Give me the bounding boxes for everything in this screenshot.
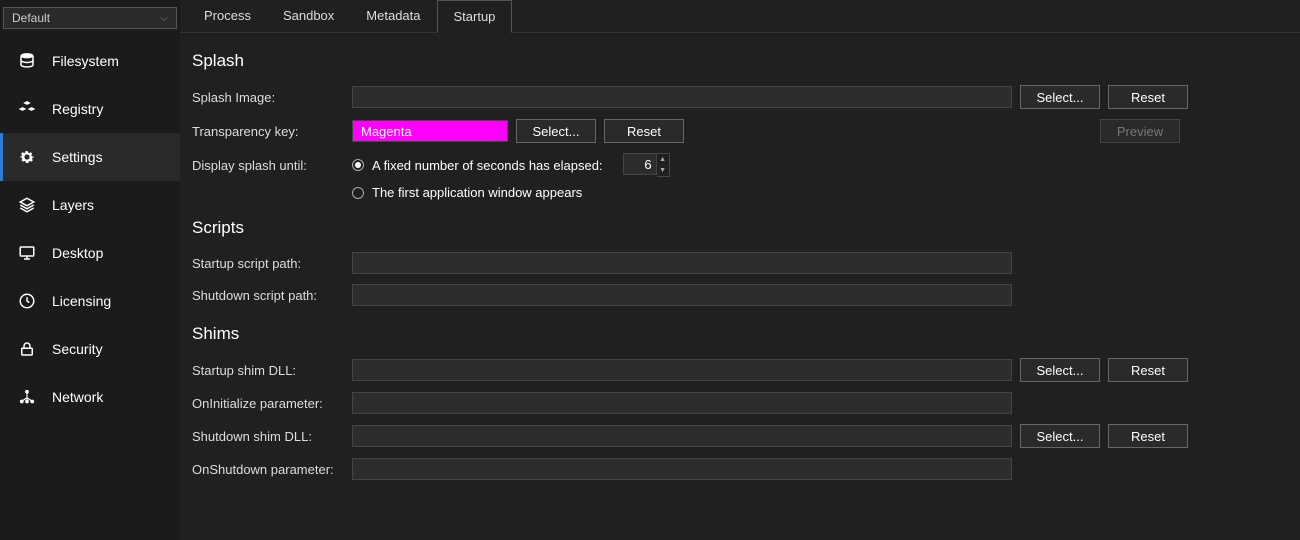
shutdown-script-label: Shutdown script path: xyxy=(192,288,352,303)
shutdown-shim-select-button[interactable]: Select... xyxy=(1020,424,1100,448)
nav-label: Desktop xyxy=(52,245,103,261)
main-panel: Process Sandbox Metadata Startup Splash … xyxy=(180,0,1300,540)
tab-bar: Process Sandbox Metadata Startup xyxy=(180,0,1300,33)
shutdown-shim-label: Shutdown shim DLL: xyxy=(192,429,352,444)
startup-shim-label: Startup shim DLL: xyxy=(192,363,352,378)
gear-icon xyxy=(18,148,36,166)
nav-label: Security xyxy=(52,341,103,357)
oninit-label: OnInitialize parameter: xyxy=(192,396,352,411)
radio-first-window-label: The first application window appears xyxy=(372,185,582,200)
sidebar: Default ⌵ Filesystem Registry Settings L… xyxy=(0,0,180,540)
shutdown-script-input[interactable] xyxy=(352,284,1012,306)
onshutdown-input[interactable] xyxy=(352,458,1012,480)
sidebar-item-network[interactable]: Network xyxy=(0,373,180,421)
section-title-splash: Splash xyxy=(192,51,1288,71)
sidebar-item-filesystem[interactable]: Filesystem xyxy=(0,37,180,85)
startup-shim-reset-button[interactable]: Reset xyxy=(1108,358,1188,382)
splash-image-label: Splash Image: xyxy=(192,90,352,105)
tab-process[interactable]: Process xyxy=(188,0,267,32)
shutdown-shim-reset-button[interactable]: Reset xyxy=(1108,424,1188,448)
seconds-spin-up[interactable]: ▲ xyxy=(657,154,669,165)
sidebar-item-settings[interactable]: Settings xyxy=(0,133,180,181)
sidebar-item-layers[interactable]: Layers xyxy=(0,181,180,229)
nav-label: Network xyxy=(52,389,103,405)
sidebar-item-licensing[interactable]: Licensing xyxy=(0,277,180,325)
profile-dropdown-label: Default xyxy=(12,11,50,25)
nav-label: Registry xyxy=(52,101,103,117)
splash-image-reset-button[interactable]: Reset xyxy=(1108,85,1188,109)
sidebar-item-registry[interactable]: Registry xyxy=(0,85,180,133)
startup-script-label: Startup script path: xyxy=(192,256,352,271)
tab-sandbox[interactable]: Sandbox xyxy=(267,0,350,32)
nav-label: Layers xyxy=(52,197,94,213)
seconds-spin-down[interactable]: ▼ xyxy=(657,165,669,176)
radio-first-window[interactable] xyxy=(352,187,364,199)
seconds-value-input[interactable]: 6 xyxy=(623,153,657,175)
nav-label: Filesystem xyxy=(52,53,119,69)
chevron-down-icon: ⌵ xyxy=(160,13,168,24)
monitor-icon xyxy=(18,244,36,262)
profile-dropdown[interactable]: Default ⌵ xyxy=(3,7,177,29)
onshutdown-label: OnShutdown parameter: xyxy=(192,462,352,477)
cubes-icon xyxy=(18,100,36,118)
section-title-shims: Shims xyxy=(192,324,1288,344)
section-title-scripts: Scripts xyxy=(192,218,1288,238)
splash-image-select-button[interactable]: Select... xyxy=(1020,85,1100,109)
display-splash-until-label: Display splash until: xyxy=(192,158,352,173)
database-icon xyxy=(18,52,36,70)
clock-icon xyxy=(18,292,36,310)
startup-script-input[interactable] xyxy=(352,252,1012,274)
sidebar-item-security[interactable]: Security xyxy=(0,325,180,373)
tab-metadata[interactable]: Metadata xyxy=(350,0,436,32)
network-icon xyxy=(18,388,36,406)
oninit-input[interactable] xyxy=(352,392,1012,414)
transparency-color-swatch[interactable]: Magenta xyxy=(352,120,508,142)
transparency-select-button[interactable]: Select... xyxy=(516,119,596,143)
shutdown-shim-input[interactable] xyxy=(352,425,1012,447)
content-area: Splash Splash Image: Select... Reset Tra… xyxy=(180,33,1300,540)
splash-image-input[interactable] xyxy=(352,86,1012,108)
startup-shim-select-button[interactable]: Select... xyxy=(1020,358,1100,382)
sidebar-item-desktop[interactable]: Desktop xyxy=(0,229,180,277)
preview-button: Preview xyxy=(1100,119,1180,143)
nav-label: Licensing xyxy=(52,293,111,309)
nav-label: Settings xyxy=(52,149,103,165)
startup-shim-input[interactable] xyxy=(352,359,1012,381)
tab-startup[interactable]: Startup xyxy=(437,0,513,33)
transparency-reset-button[interactable]: Reset xyxy=(604,119,684,143)
layers-icon xyxy=(18,196,36,214)
radio-fixed-seconds[interactable] xyxy=(352,159,364,171)
radio-fixed-seconds-label: A fixed number of seconds has elapsed: xyxy=(372,158,603,173)
lock-icon xyxy=(18,340,36,358)
transparency-label: Transparency key: xyxy=(192,124,352,139)
